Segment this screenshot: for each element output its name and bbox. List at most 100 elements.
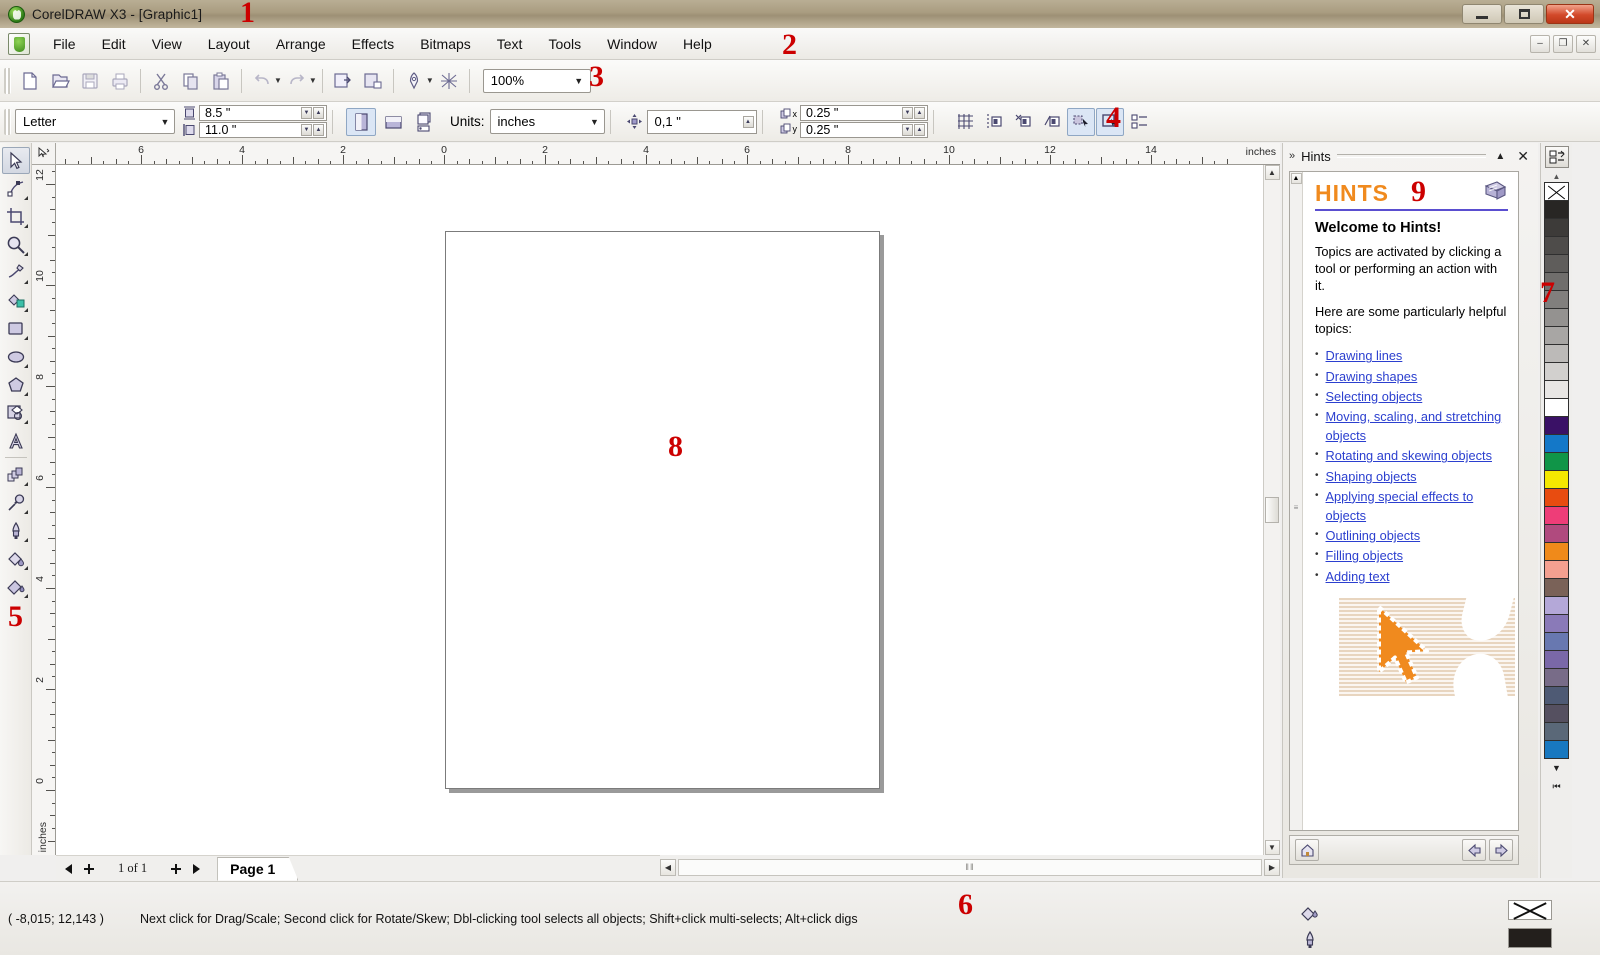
scroll-left-button[interactable]: ◀ (660, 858, 676, 876)
redo-button[interactable] (282, 66, 312, 96)
flyout-arrow-icon[interactable] (23, 420, 28, 424)
palette-swatch[interactable] (1544, 542, 1569, 561)
spinner-up-icon[interactable]: ▲ (313, 124, 324, 136)
palette-scroll-up-button[interactable]: ▲ (1546, 170, 1568, 182)
insert-page-after-button[interactable] (165, 858, 187, 880)
first-page-button[interactable] (56, 858, 78, 880)
text-tool[interactable] (2, 427, 30, 454)
spinner-up-icon[interactable]: ▲ (313, 107, 324, 119)
vertical-ruler[interactable]: inches 12 10 8 6 4 2 0 (32, 165, 56, 855)
document-page[interactable] (445, 231, 880, 789)
palette-swatch[interactable] (1544, 578, 1569, 597)
spinner-down-icon[interactable]: ▼ (301, 124, 312, 136)
palette-swatch[interactable] (1544, 398, 1569, 417)
flyout-arrow-icon[interactable] (23, 336, 28, 340)
property-bar-grip[interactable] (4, 108, 11, 135)
paste-button[interactable] (206, 66, 236, 96)
scroll-down-button[interactable]: ▼ (1264, 840, 1280, 855)
fill-color-indicator[interactable] (1508, 900, 1552, 920)
palette-swatch[interactable] (1544, 704, 1569, 723)
back-button[interactable] (1462, 839, 1486, 861)
palette-swatch[interactable] (1544, 722, 1569, 741)
outline-color-indicator[interactable] (1508, 928, 1552, 948)
palette-swatch[interactable] (1544, 218, 1569, 237)
menu-item-layout[interactable]: Layout (195, 30, 263, 58)
hints-book-icon[interactable] (1483, 180, 1508, 204)
canvas-horizontal-scrollbar[interactable]: ◀ ‖‖ ▶ (660, 855, 1280, 879)
palette-swatch[interactable] (1544, 254, 1569, 273)
nudge-offset-spinner[interactable]: ▲ (742, 115, 756, 128)
duplicate-x-spinner[interactable]: ▼ ▲ (902, 107, 927, 119)
basic-shapes-tool[interactable] (2, 399, 30, 426)
hints-link-moving-scaling-stretching[interactable]: Moving, scaling, and stretching objects (1326, 407, 1508, 445)
fill-tool[interactable] (2, 545, 30, 572)
interactive-fill-tool[interactable] (2, 573, 30, 600)
hints-link-drawing-shapes[interactable]: Drawing shapes (1326, 367, 1418, 386)
new-document-button[interactable] (15, 66, 45, 96)
menu-item-file[interactable]: File (40, 30, 89, 58)
palette-swatch[interactable] (1544, 632, 1569, 651)
hints-scrollbar[interactable]: ▲ ≡ (1290, 172, 1303, 830)
palette-scroll-end-button[interactable]: ⏮ (1546, 778, 1568, 794)
hints-link-outlining-objects[interactable]: Outlining objects (1326, 526, 1421, 545)
paper-height-spinner[interactable]: ▼ ▲ (301, 124, 326, 136)
palette-swatch[interactable] (1544, 488, 1569, 507)
palette-swatch[interactable] (1544, 452, 1569, 471)
menu-item-help[interactable]: Help (670, 30, 725, 58)
open-document-button[interactable] (45, 66, 75, 96)
menu-item-view[interactable]: View (139, 30, 195, 58)
mdi-minimize-button[interactable]: – (1530, 34, 1550, 53)
palette-swatch[interactable] (1544, 668, 1569, 687)
hints-link-adding-text[interactable]: Adding text (1326, 567, 1390, 586)
spinner-up-icon[interactable]: ▲ (914, 107, 926, 119)
import-button[interactable] (328, 66, 358, 96)
close-button[interactable]: ✕ (1546, 4, 1594, 24)
flyout-arrow-icon[interactable] (23, 594, 28, 598)
paper-height-field[interactable]: 11.0 " ▼ ▲ (199, 122, 327, 138)
flyout-arrow-icon[interactable] (23, 252, 28, 256)
flyout-arrow-icon[interactable] (23, 280, 28, 284)
forward-button[interactable] (1489, 839, 1513, 861)
corel-online-button[interactable] (434, 66, 464, 96)
menu-item-tools[interactable]: Tools (535, 30, 594, 58)
canvas-vertical-scrollbar[interactable]: ▲ ▼ (1263, 165, 1280, 855)
blend-tool[interactable] (2, 461, 30, 488)
snap-to-guidelines-button[interactable] (980, 108, 1008, 136)
nudge-offset-field[interactable]: 0,1 " ▲ (646, 109, 757, 134)
palette-swatch[interactable] (1544, 560, 1569, 579)
flyout-arrow-icon[interactable] (23, 482, 28, 486)
flyout-arrow-icon[interactable] (23, 196, 28, 200)
spinner-down-icon[interactable]: ▼ (902, 124, 914, 136)
crop-tool[interactable] (2, 203, 30, 230)
palette-swatch-none[interactable] (1544, 182, 1569, 201)
zoom-tool[interactable] (2, 231, 30, 258)
palette-swatch[interactable] (1544, 470, 1569, 489)
vertical-scrollbar-thumb[interactable] (1265, 497, 1279, 523)
duplicate-x-field[interactable]: 0.25 " ▼ ▲ (800, 105, 929, 121)
undo-button[interactable] (247, 66, 277, 96)
scroll-up-button[interactable]: ▲ (1264, 165, 1280, 180)
flyout-arrow-icon[interactable] (23, 308, 28, 312)
palette-swatch[interactable] (1544, 380, 1569, 399)
landscape-button[interactable] (378, 108, 408, 136)
snap-to-grid-button[interactable] (951, 108, 979, 136)
rectangle-tool[interactable] (2, 315, 30, 342)
export-button[interactable] (358, 66, 388, 96)
palette-swatch[interactable] (1544, 416, 1569, 435)
hints-link-shaping-objects[interactable]: Shaping objects (1326, 467, 1417, 486)
mdi-restore-button[interactable]: ❐ (1553, 34, 1573, 53)
menu-item-arrange[interactable]: Arrange (263, 30, 339, 58)
minimize-button[interactable] (1462, 4, 1502, 24)
palette-swatch[interactable] (1544, 200, 1569, 219)
application-launcher-button[interactable] (399, 66, 429, 96)
palette-swatch[interactable] (1544, 362, 1569, 381)
spinner-down-icon[interactable]: ▼ (902, 107, 914, 119)
menu-item-edit[interactable]: Edit (89, 30, 139, 58)
flyout-arrow-icon[interactable] (23, 566, 28, 570)
flyout-arrow-icon[interactable] (23, 392, 28, 396)
hints-link-selecting-objects[interactable]: Selecting objects (1326, 387, 1423, 406)
duplicate-y-field[interactable]: 0.25 " ▼ ▲ (800, 122, 929, 138)
flyout-arrow-icon[interactable] (23, 538, 28, 542)
treat-as-filled-button[interactable] (1067, 107, 1096, 136)
chevron-down-icon[interactable]: ▼ (586, 112, 604, 132)
